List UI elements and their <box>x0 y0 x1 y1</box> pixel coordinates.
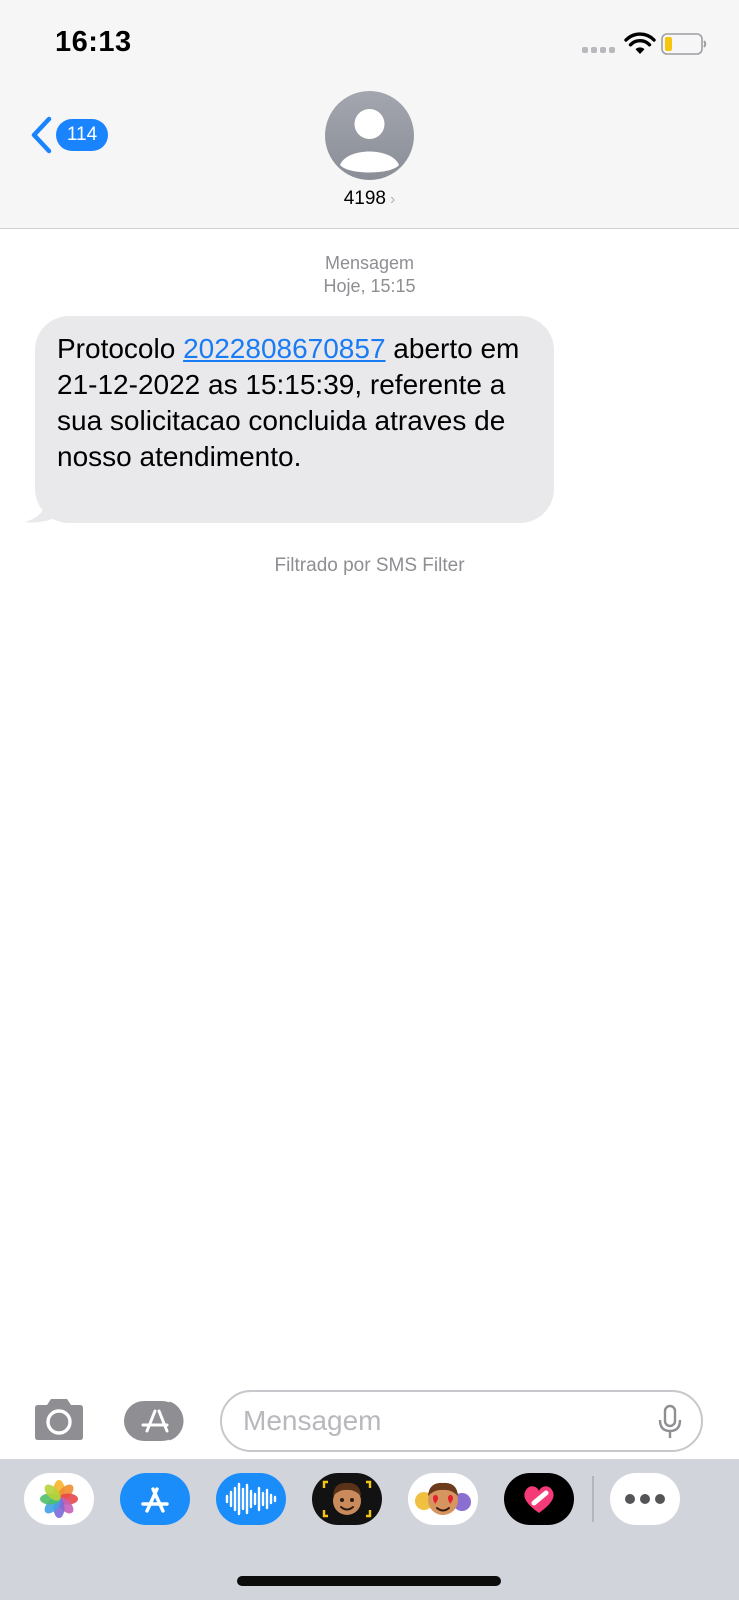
contact-name-button[interactable]: 4198 › <box>0 188 739 210</box>
more-apps-icon[interactable] <box>610 1473 680 1525</box>
person-icon <box>340 109 399 173</box>
contact-name: 4198 <box>343 188 386 209</box>
cellular-signal-icon <box>582 47 615 53</box>
photos-app-icon[interactable] <box>24 1473 94 1525</box>
memoji-stickers-icon[interactable] <box>408 1473 478 1525</box>
message-text-start: Protocolo <box>57 333 184 364</box>
camera-icon[interactable] <box>31 1396 87 1444</box>
memoji-camera-icon[interactable] <box>312 1473 382 1525</box>
message-input[interactable] <box>243 1392 643 1450</box>
incoming-message-bubble[interactable]: Protocolo 2022808670857 aberto em 21-12-… <box>35 316 554 523</box>
home-indicator[interactable] <box>237 1576 501 1586</box>
conversation-header: 16:13 114 4198 › <box>0 0 739 229</box>
status-time: 16:13 <box>55 26 132 58</box>
message-service-label: Mensagem <box>324 253 415 273</box>
back-button[interactable]: 114 <box>28 114 108 156</box>
sms-filter-note: Filtrado por SMS Filter <box>274 555 465 576</box>
app-store-icon[interactable] <box>120 1473 190 1525</box>
drawer-divider <box>592 1476 594 1522</box>
digital-touch-icon[interactable] <box>504 1473 574 1525</box>
app-drawer <box>0 1459 739 1600</box>
contact-avatar[interactable] <box>325 91 414 180</box>
chevron-left-icon <box>31 116 52 154</box>
message-input-container[interactable] <box>220 1390 703 1452</box>
unread-count-badge: 114 <box>56 119 108 151</box>
protocol-number-link[interactable]: 2022808670857 <box>183 333 385 364</box>
battery-icon <box>661 33 707 55</box>
wifi-icon <box>624 32 656 54</box>
chevron-right-icon: › <box>389 191 396 208</box>
microphone-icon[interactable] <box>658 1404 682 1440</box>
audio-message-icon[interactable] <box>216 1473 286 1525</box>
app-store-button-icon[interactable] <box>123 1398 191 1444</box>
message-timestamp: Hoje, 15:15 <box>323 276 416 296</box>
